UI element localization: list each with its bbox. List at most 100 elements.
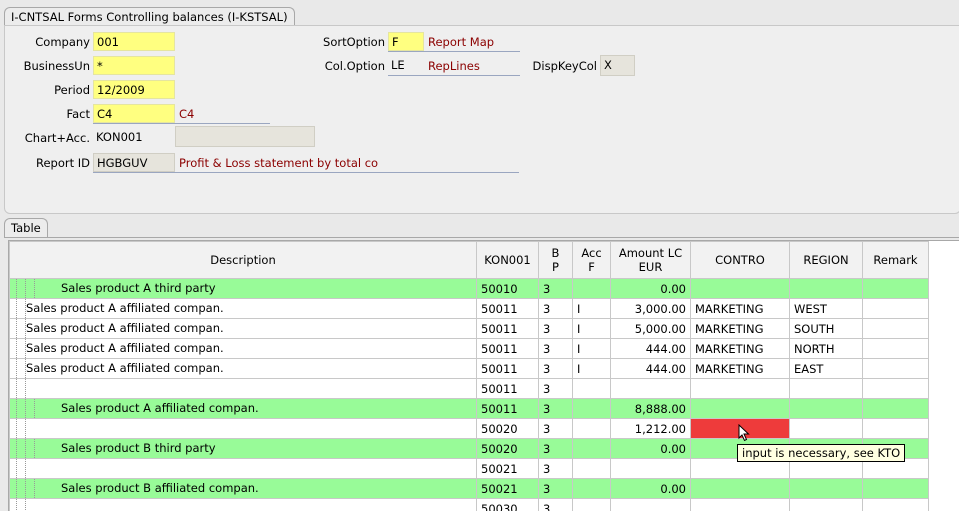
cell-region[interactable]: SOUTH (790, 319, 863, 339)
cell-region[interactable] (790, 379, 863, 399)
cell-kon001[interactable]: 50030 (477, 499, 539, 511)
cell-contro[interactable] (691, 399, 790, 419)
cell-description[interactable] (10, 379, 477, 399)
cell-description[interactable] (10, 459, 477, 479)
report-id-field[interactable]: HGBGUV (93, 153, 175, 172)
cell-region[interactable] (790, 419, 863, 439)
col-option-field[interactable]: LE (388, 56, 424, 75)
cell-remark[interactable] (863, 419, 929, 439)
cell-kon001[interactable]: 50011 (477, 399, 539, 419)
cell-bp[interactable]: 3 (539, 439, 573, 459)
cell-amount[interactable]: 0.00 (611, 479, 691, 499)
cell-remark[interactable] (863, 479, 929, 499)
header-remark[interactable]: Remark (863, 242, 929, 279)
cell-amount[interactable]: 3,000.00 (611, 299, 691, 319)
cell-acc[interactable]: I (573, 339, 611, 359)
cell-region[interactable] (790, 399, 863, 419)
cell-region[interactable] (790, 479, 863, 499)
cell-acc[interactable] (573, 499, 611, 511)
cell-description[interactable]: Sales product A affiliated compan. (10, 319, 477, 339)
cell-amount[interactable]: 0.00 (611, 439, 691, 459)
cell-bp[interactable]: 3 (539, 479, 573, 499)
cell-description[interactable]: Sales product A affiliated compan. (10, 399, 477, 419)
cell-kon001[interactable]: 50011 (477, 339, 539, 359)
table-row[interactable]: 500303 (10, 499, 929, 511)
header-acc[interactable]: AccF (573, 242, 611, 279)
cell-description[interactable] (10, 499, 477, 511)
table-row[interactable]: Sales product A affiliated compan.500113… (10, 359, 929, 379)
header-bp[interactable]: BP (539, 242, 573, 279)
cell-amount[interactable]: 444.00 (611, 359, 691, 379)
cell-contro[interactable]: MARKETING (691, 299, 790, 319)
cell-acc[interactable] (573, 279, 611, 299)
cell-remark[interactable] (863, 399, 929, 419)
cell-description[interactable]: Sales product A affiliated compan. (10, 359, 477, 379)
chart-account-field[interactable]: KON001 (93, 128, 175, 147)
cell-amount[interactable]: 1,212.00 (611, 419, 691, 439)
cell-region[interactable]: NORTH (790, 339, 863, 359)
table-row[interactable]: Sales product A affiliated compan.500113… (10, 399, 929, 419)
cell-kon001[interactable]: 50020 (477, 419, 539, 439)
table-row[interactable]: Sales product A third party5001030.00 (10, 279, 929, 299)
cell-kon001[interactable]: 50010 (477, 279, 539, 299)
cell-bp[interactable]: 3 (539, 339, 573, 359)
cell-description[interactable]: Sales product A affiliated compan. (10, 339, 477, 359)
cell-bp[interactable]: 3 (539, 419, 573, 439)
cell-bp[interactable]: 3 (539, 299, 573, 319)
cell-remark[interactable] (863, 359, 929, 379)
cell-remark[interactable] (863, 319, 929, 339)
cell-description[interactable]: Sales product A third party (10, 279, 477, 299)
header-amount[interactable]: Amount LCEUR (611, 242, 691, 279)
cell-contro[interactable] (691, 499, 790, 511)
cell-acc[interactable] (573, 419, 611, 439)
cell-amount[interactable]: 5,000.00 (611, 319, 691, 339)
cell-bp[interactable]: 3 (539, 379, 573, 399)
company-field[interactable]: 001 (93, 32, 175, 51)
cell-amount[interactable]: 444.00 (611, 339, 691, 359)
cell-remark[interactable] (863, 339, 929, 359)
cell-remark[interactable] (863, 299, 929, 319)
businessunit-field[interactable]: * (93, 56, 175, 75)
cell-kon001[interactable]: 50011 (477, 359, 539, 379)
fact-field[interactable]: C4 (93, 104, 175, 123)
cell-contro[interactable] (691, 379, 790, 399)
cell-kon001[interactable]: 50021 (477, 479, 539, 499)
cell-region[interactable]: WEST (790, 299, 863, 319)
cell-bp[interactable]: 3 (539, 459, 573, 479)
cell-contro[interactable]: MARKETING (691, 339, 790, 359)
cell-kon001[interactable]: 50011 (477, 379, 539, 399)
header-contro[interactable]: CONTRO (691, 242, 790, 279)
cell-amount[interactable] (611, 459, 691, 479)
table-tab[interactable]: Table (4, 218, 48, 237)
header-region[interactable]: REGION (790, 242, 863, 279)
cell-acc[interactable] (573, 379, 611, 399)
cell-acc[interactable]: I (573, 319, 611, 339)
cell-contro[interactable]: MARKETING (691, 319, 790, 339)
cell-bp[interactable]: 3 (539, 279, 573, 299)
cell-bp[interactable]: 3 (539, 359, 573, 379)
cell-bp[interactable]: 3 (539, 399, 573, 419)
cell-kon001[interactable]: 50021 (477, 459, 539, 479)
header-kon001[interactable]: KON001 (477, 242, 539, 279)
cell-region[interactable] (790, 499, 863, 511)
cell-acc[interactable] (573, 439, 611, 459)
cell-description[interactable]: Sales product B third party (10, 439, 477, 459)
cell-kon001[interactable]: 50020 (477, 439, 539, 459)
cell-contro[interactable]: MARKETING (691, 359, 790, 379)
cell-contro[interactable] (691, 479, 790, 499)
cell-amount[interactable] (611, 379, 691, 399)
cell-amount[interactable] (611, 499, 691, 511)
table-row[interactable]: Sales product B affiliated compan.500213… (10, 479, 929, 499)
dispkey-field[interactable]: X (600, 55, 635, 76)
header-description[interactable]: Description (10, 242, 477, 279)
cell-kon001[interactable]: 50011 (477, 319, 539, 339)
table-row[interactable]: Sales product A affiliated compan.500113… (10, 319, 929, 339)
cell-acc[interactable] (573, 459, 611, 479)
table-row[interactable]: 500203 1,212.00 (10, 419, 929, 439)
cell-region[interactable]: EAST (790, 359, 863, 379)
cell-description[interactable]: Sales product A affiliated compan. (10, 299, 477, 319)
cell-remark[interactable] (863, 279, 929, 299)
cell-acc[interactable]: I (573, 359, 611, 379)
sort-option-field[interactable]: F (388, 32, 424, 51)
table-row[interactable]: Sales product A affiliated compan.500113… (10, 299, 929, 319)
